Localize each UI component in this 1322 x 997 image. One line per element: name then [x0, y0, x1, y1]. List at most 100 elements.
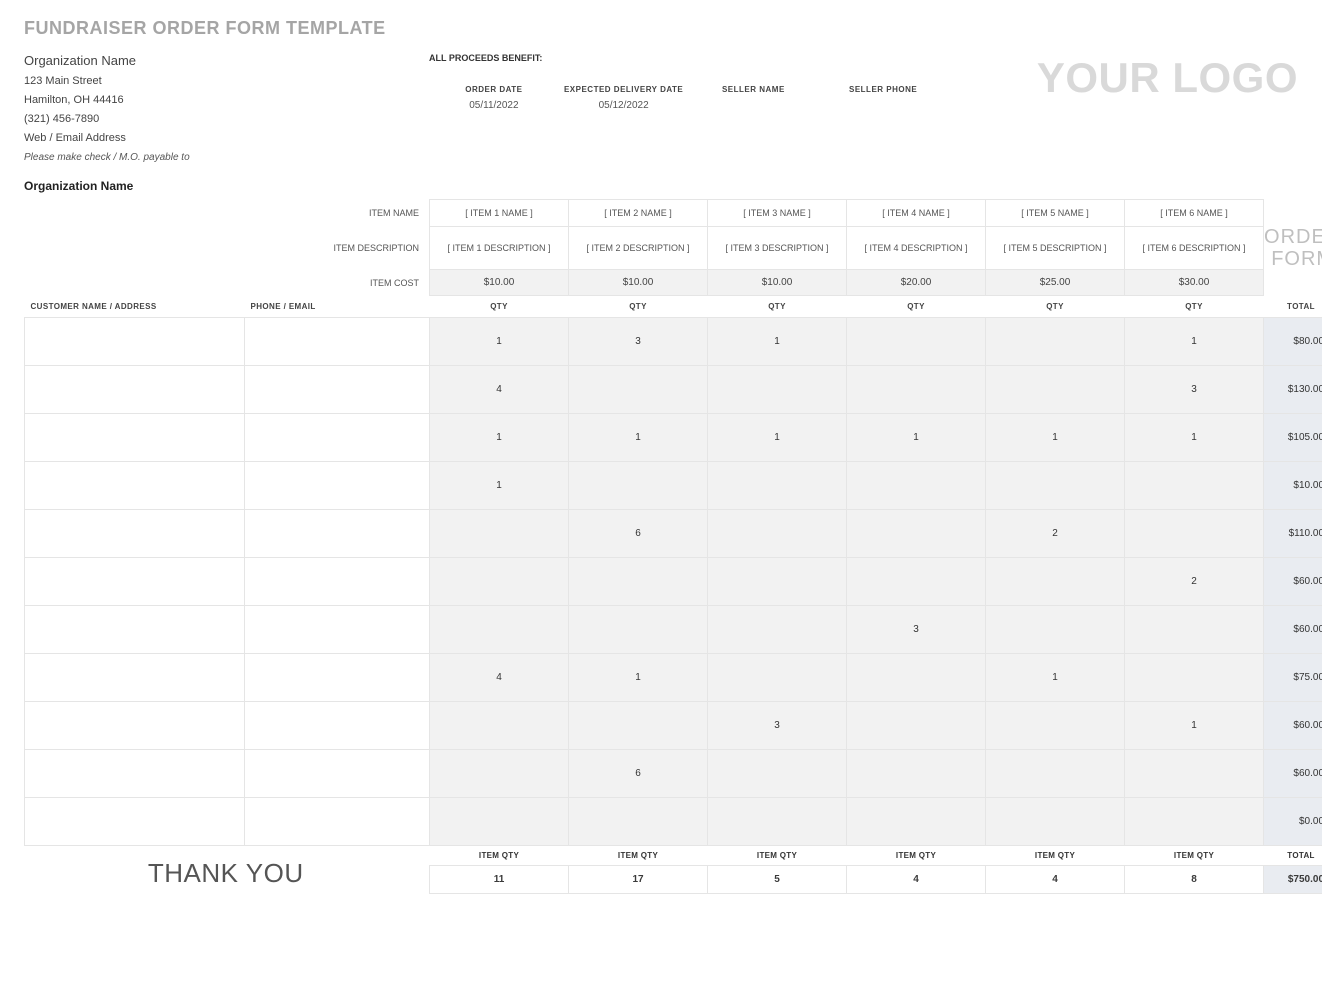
qty-cell[interactable]	[1125, 510, 1264, 558]
qty-cell[interactable]	[430, 606, 569, 654]
qty-cell[interactable]: 6	[569, 510, 708, 558]
qty-cell[interactable]: 1	[708, 318, 847, 366]
phone-cell[interactable]	[245, 654, 430, 702]
qty-cell[interactable]: 1	[430, 318, 569, 366]
qty-cell[interactable]	[708, 558, 847, 606]
phone-cell[interactable]	[245, 750, 430, 798]
customer-cell[interactable]	[25, 510, 245, 558]
qty-cell[interactable]	[708, 366, 847, 414]
qty-cell[interactable]	[708, 654, 847, 702]
customer-cell[interactable]	[25, 750, 245, 798]
qty-cell[interactable]	[430, 798, 569, 846]
customer-cell[interactable]	[25, 702, 245, 750]
qty-cell[interactable]	[430, 750, 569, 798]
qty-cell[interactable]: 3	[708, 702, 847, 750]
customer-cell[interactable]	[25, 318, 245, 366]
qty-cell[interactable]	[986, 798, 1125, 846]
phone-cell[interactable]	[245, 798, 430, 846]
qty-cell[interactable]	[986, 558, 1125, 606]
qty-cell[interactable]	[569, 702, 708, 750]
qty-cell[interactable]: 1	[986, 414, 1125, 462]
qty-cell[interactable]: 1	[430, 414, 569, 462]
item-name-cell[interactable]: [ ITEM 6 NAME ]	[1125, 200, 1264, 227]
qty-cell[interactable]	[708, 750, 847, 798]
customer-cell[interactable]	[25, 414, 245, 462]
customer-cell[interactable]	[25, 558, 245, 606]
phone-cell[interactable]	[245, 414, 430, 462]
item-cost-cell[interactable]: $20.00	[847, 270, 986, 296]
item-desc-cell[interactable]: [ ITEM 3 DESCRIPTION ]	[708, 227, 847, 270]
qty-cell[interactable]	[847, 702, 986, 750]
qty-cell[interactable]	[708, 798, 847, 846]
qty-cell[interactable]	[430, 510, 569, 558]
qty-cell[interactable]	[430, 702, 569, 750]
qty-cell[interactable]: 4	[430, 366, 569, 414]
qty-cell[interactable]	[1125, 654, 1264, 702]
qty-cell[interactable]: 1	[569, 654, 708, 702]
qty-cell[interactable]	[986, 318, 1125, 366]
qty-cell[interactable]	[847, 654, 986, 702]
qty-cell[interactable]: 4	[430, 654, 569, 702]
qty-cell[interactable]	[847, 510, 986, 558]
item-cost-cell[interactable]: $30.00	[1125, 270, 1264, 296]
customer-cell[interactable]	[25, 366, 245, 414]
phone-cell[interactable]	[245, 606, 430, 654]
customer-cell[interactable]	[25, 606, 245, 654]
qty-cell[interactable]	[986, 702, 1125, 750]
qty-cell[interactable]	[1125, 798, 1264, 846]
qty-cell[interactable]	[1125, 462, 1264, 510]
qty-cell[interactable]: 1	[1125, 318, 1264, 366]
item-desc-cell[interactable]: [ ITEM 1 DESCRIPTION ]	[430, 227, 569, 270]
qty-cell[interactable]: 1	[708, 414, 847, 462]
order-date-value[interactable]: 05/11/2022	[429, 100, 559, 111]
customer-cell[interactable]	[25, 462, 245, 510]
qty-cell[interactable]: 1	[569, 414, 708, 462]
phone-cell[interactable]	[245, 462, 430, 510]
item-name-cell[interactable]: [ ITEM 4 NAME ]	[847, 200, 986, 227]
qty-cell[interactable]	[847, 558, 986, 606]
qty-cell[interactable]: 2	[986, 510, 1125, 558]
qty-cell[interactable]	[986, 606, 1125, 654]
qty-cell[interactable]	[430, 558, 569, 606]
qty-cell[interactable]	[847, 318, 986, 366]
phone-cell[interactable]	[245, 558, 430, 606]
qty-cell[interactable]	[569, 462, 708, 510]
qty-cell[interactable]: 1	[1125, 414, 1264, 462]
item-desc-cell[interactable]: [ ITEM 4 DESCRIPTION ]	[847, 227, 986, 270]
qty-cell[interactable]	[708, 606, 847, 654]
phone-cell[interactable]	[245, 510, 430, 558]
qty-cell[interactable]	[847, 798, 986, 846]
qty-cell[interactable]: 3	[1125, 366, 1264, 414]
item-name-cell[interactable]: [ ITEM 5 NAME ]	[986, 200, 1125, 227]
item-name-cell[interactable]: [ ITEM 2 NAME ]	[569, 200, 708, 227]
qty-cell[interactable]	[569, 798, 708, 846]
qty-cell[interactable]	[708, 462, 847, 510]
qty-cell[interactable]: 1	[847, 414, 986, 462]
item-desc-cell[interactable]: [ ITEM 6 DESCRIPTION ]	[1125, 227, 1264, 270]
qty-cell[interactable]	[1125, 750, 1264, 798]
qty-cell[interactable]	[847, 750, 986, 798]
qty-cell[interactable]: 1	[1125, 702, 1264, 750]
qty-cell[interactable]: 2	[1125, 558, 1264, 606]
qty-cell[interactable]	[569, 558, 708, 606]
qty-cell[interactable]	[569, 606, 708, 654]
customer-cell[interactable]	[25, 654, 245, 702]
qty-cell[interactable]	[986, 366, 1125, 414]
item-cost-cell[interactable]: $10.00	[708, 270, 847, 296]
item-name-cell[interactable]: [ ITEM 3 NAME ]	[708, 200, 847, 227]
item-name-cell[interactable]: [ ITEM 1 NAME ]	[430, 200, 569, 227]
item-cost-cell[interactable]: $10.00	[430, 270, 569, 296]
delivery-date-value[interactable]: 05/12/2022	[559, 100, 689, 111]
qty-cell[interactable]	[847, 366, 986, 414]
qty-cell[interactable]: 3	[847, 606, 986, 654]
qty-cell[interactable]: 3	[569, 318, 708, 366]
qty-cell[interactable]: 1	[986, 654, 1125, 702]
phone-cell[interactable]	[245, 702, 430, 750]
item-cost-cell[interactable]: $25.00	[986, 270, 1125, 296]
qty-cell[interactable]	[986, 462, 1125, 510]
qty-cell[interactable]: 1	[430, 462, 569, 510]
item-desc-cell[interactable]: [ ITEM 2 DESCRIPTION ]	[569, 227, 708, 270]
qty-cell[interactable]	[569, 366, 708, 414]
qty-cell[interactable]: 6	[569, 750, 708, 798]
qty-cell[interactable]	[986, 750, 1125, 798]
